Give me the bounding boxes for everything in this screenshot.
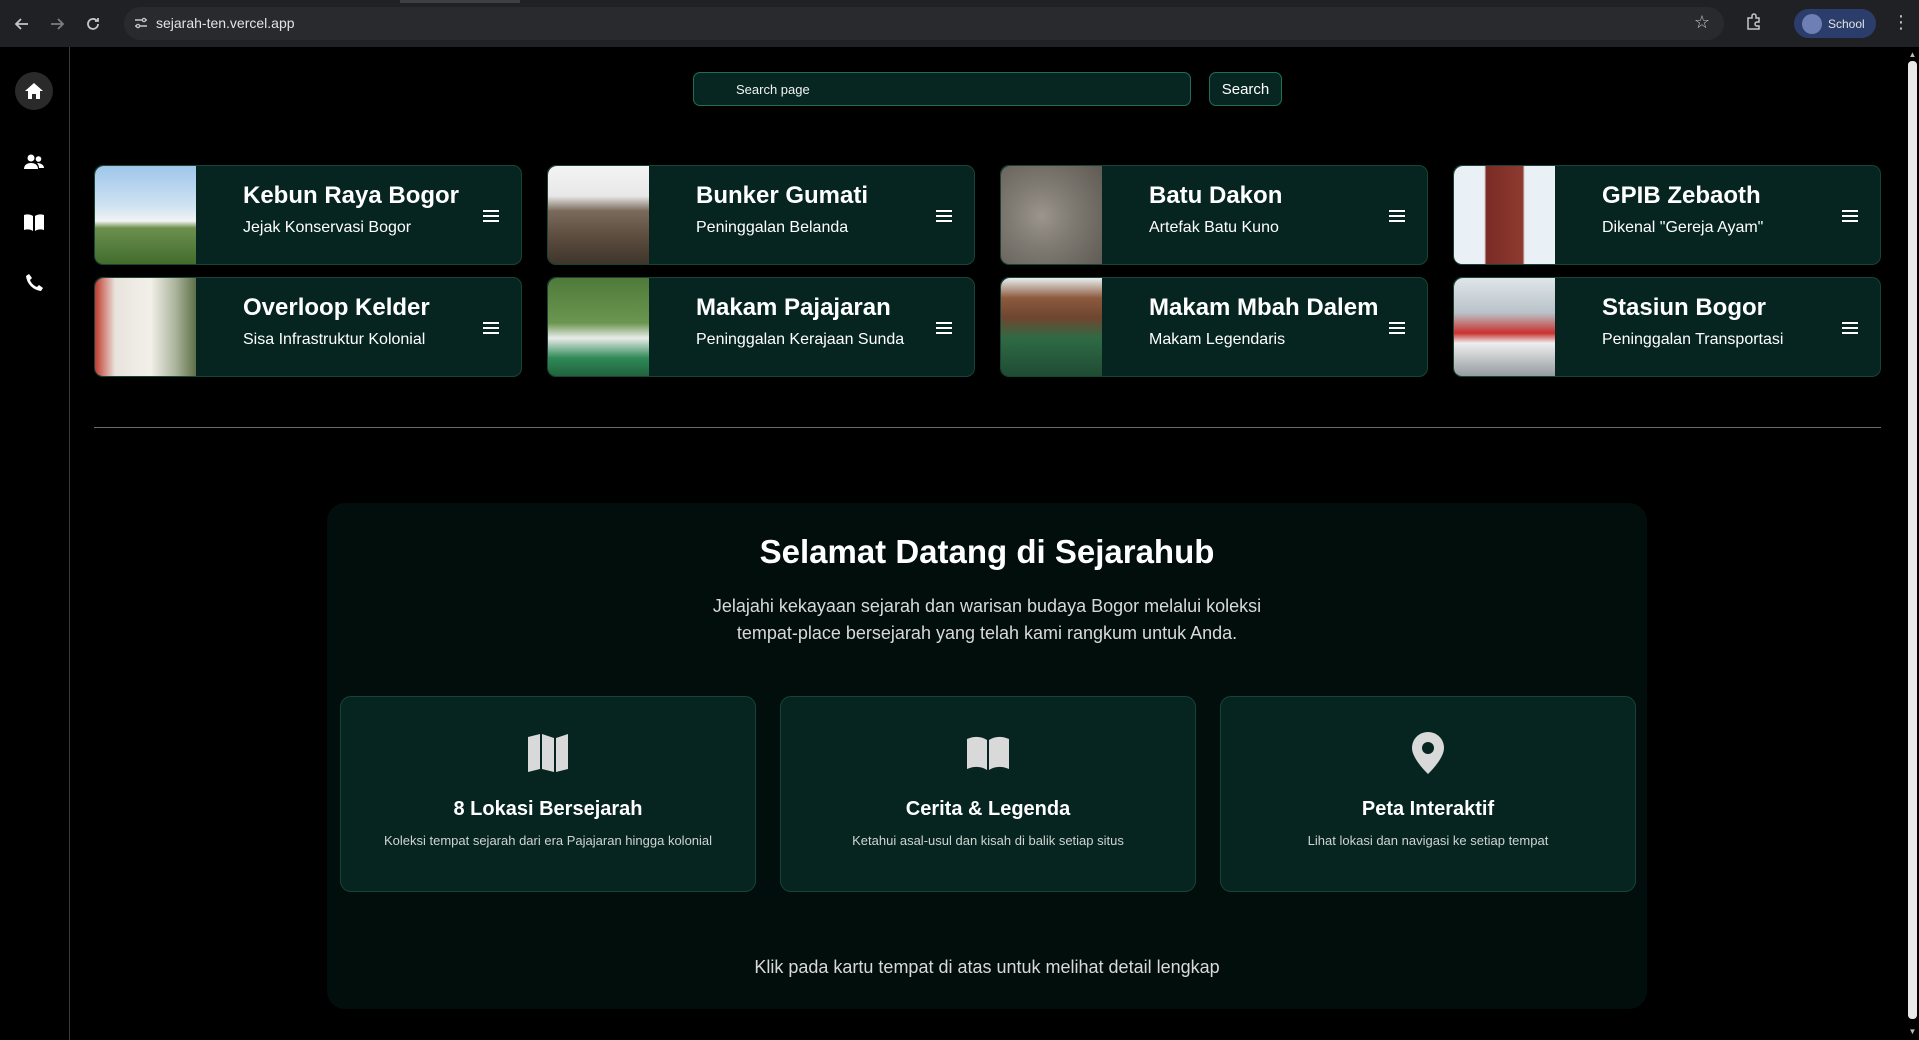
place-photo <box>1001 166 1102 264</box>
feature-description: Ketahui asal-usul dan kisah di balik set… <box>852 833 1124 848</box>
feature-card-map: Peta Interaktif Lihat lokasi dan navigas… <box>1220 696 1636 892</box>
sidebar-item-contact[interactable] <box>15 263 53 301</box>
profile-label: School <box>1828 16 1865 31</box>
place-photo <box>1454 166 1555 264</box>
card-subtitle: Jejak Konservasi Bogor <box>243 219 412 236</box>
url-text[interactable]: sejarah-ten.vercel.app <box>156 15 295 31</box>
address-bar[interactable]: sejarah-ten.vercel.app ☆ <box>124 7 1724 40</box>
map-pin-icon <box>1406 731 1450 775</box>
scrollbar-thumb[interactable] <box>1908 61 1917 1019</box>
place-card-gpib-zebaoth[interactable]: GPIB Zebaoth Dikenal "Gereja Ayam" <box>1453 165 1881 265</box>
feature-description: Lihat lokasi dan navigasi ke setiap temp… <box>1307 833 1549 848</box>
place-card-overloop-kelder[interactable]: Overloop Kelder Sisa Infrastruktur Kolon… <box>94 277 522 377</box>
search-input[interactable] <box>693 72 1191 106</box>
reload-icon <box>87 18 99 30</box>
welcome-panel: Selamat Datang di Sejarahub Jelajahi kek… <box>327 503 1647 1009</box>
card-subtitle: Artefak Batu Kuno <box>1149 219 1279 236</box>
browser-toolbar: sejarah-ten.vercel.app ☆ School ⋮ <box>0 0 1919 47</box>
place-card-batu-dakon[interactable]: Batu Dakon Artefak Batu Kuno <box>1000 165 1428 265</box>
arrow-right-icon <box>51 18 65 30</box>
place-card-stasiun-bogor[interactable]: Stasiun Bogor Peninggalan Transportasi <box>1453 277 1881 377</box>
scroll-down-arrow-icon[interactable]: ▼ <box>1908 1027 1917 1036</box>
card-subtitle: Dikenal "Gereja Ayam" <box>1602 219 1764 236</box>
place-photo <box>95 166 196 264</box>
hamburger-menu-icon[interactable] <box>483 321 499 335</box>
book-icon <box>24 214 44 231</box>
card-subtitle: Peninggalan Kerajaan Sunda <box>696 331 905 348</box>
avatar <box>1802 13 1822 34</box>
place-photo <box>1001 278 1102 376</box>
feature-card-stories: Cerita & Legenda Ketahui asal-usul dan k… <box>780 696 1196 892</box>
place-photo <box>95 278 196 376</box>
place-photo <box>1454 278 1555 376</box>
card-title: Overloop Kelder <box>243 294 430 321</box>
phone-icon <box>25 273 43 291</box>
hamburger-menu-icon[interactable] <box>1842 209 1858 223</box>
home-icon <box>25 83 43 99</box>
arrow-left-icon <box>14 18 28 30</box>
scroll-up-arrow-icon[interactable]: ▲ <box>1908 50 1917 59</box>
hamburger-menu-icon[interactable] <box>1389 209 1405 223</box>
welcome-title: Selamat Datang di Sejarahub <box>759 533 1215 570</box>
users-icon <box>24 154 44 169</box>
bookmark-star-icon[interactable]: ☆ <box>1694 12 1710 33</box>
forward-button[interactable] <box>47 14 67 34</box>
place-card-bunker-gumati[interactable]: Bunker Gumati Peninggalan Belanda <box>547 165 975 265</box>
feature-title: Peta Interaktif <box>1361 798 1495 820</box>
hamburger-menu-icon[interactable] <box>1389 321 1405 335</box>
hamburger-menu-icon[interactable] <box>1842 321 1858 335</box>
card-title: Stasiun Bogor <box>1602 294 1767 321</box>
place-card-makam-pajajaran[interactable]: Makam Pajajaran Peninggalan Kerajaan Sun… <box>547 277 975 377</box>
sidebar-item-home[interactable] <box>15 72 53 110</box>
map-icon <box>526 731 570 775</box>
search-button[interactable]: Search <box>1209 72 1282 106</box>
place-photo <box>548 278 649 376</box>
extensions-icon[interactable] <box>1744 12 1766 34</box>
site-settings-icon[interactable] <box>132 14 150 32</box>
profile-button[interactable]: School <box>1794 9 1876 38</box>
sidebar-item-book[interactable] <box>15 203 53 241</box>
place-card-makam-mbah-dalem[interactable]: Makam Mbah Dalem Makam Legendaris <box>1000 277 1428 377</box>
tab-strip-indicator <box>400 0 520 3</box>
card-title: GPIB Zebaoth <box>1602 182 1761 209</box>
hamburger-menu-icon[interactable] <box>936 209 952 223</box>
page-scrollbar[interactable]: ▲ ▼ <box>1906 47 1919 1040</box>
card-subtitle: Sisa Infrastruktur Kolonial <box>243 331 426 348</box>
card-title: Kebun Raya Bogor <box>243 182 460 209</box>
card-title: Makam Pajajaran <box>696 294 891 321</box>
card-subtitle: Peninggalan Transportasi <box>1602 331 1784 348</box>
kebab-menu-icon[interactable]: ⋮ <box>1892 12 1910 33</box>
feature-title: 8 Lokasi Bersejarah <box>453 798 643 820</box>
card-subtitle: Makam Legendaris <box>1149 331 1286 348</box>
hamburger-menu-icon[interactable] <box>483 209 499 223</box>
card-subtitle: Peninggalan Belanda <box>696 219 849 236</box>
place-card-kebun-raya-bogor[interactable]: Kebun Raya Bogor Jejak Konservasi Bogor <box>94 165 522 265</box>
feature-card-locations: 8 Lokasi Bersejarah Koleksi tempat sejar… <box>340 696 756 892</box>
back-button[interactable] <box>12 14 32 34</box>
sidebar-item-users[interactable] <box>15 143 53 181</box>
hamburger-menu-icon[interactable] <box>936 321 952 335</box>
feature-description: Koleksi tempat sejarah dari era Pajajara… <box>383 833 713 848</box>
welcome-intro: Jelajahi kekayaan sejarah dan warisan bu… <box>712 596 1262 643</box>
feature-title: Cerita & Legenda <box>905 798 1071 820</box>
card-title: Makam Mbah Dalem <box>1149 294 1379 321</box>
card-title: Batu Dakon <box>1149 182 1283 209</box>
book-open-icon <box>966 731 1010 775</box>
card-title: Bunker Gumati <box>696 182 869 209</box>
place-photo <box>548 166 649 264</box>
reload-button[interactable] <box>83 14 103 34</box>
welcome-footnote: Klik pada kartu tempat di atas untuk mel… <box>754 957 1220 977</box>
section-divider <box>94 427 1881 428</box>
sidebar <box>0 47 70 1040</box>
